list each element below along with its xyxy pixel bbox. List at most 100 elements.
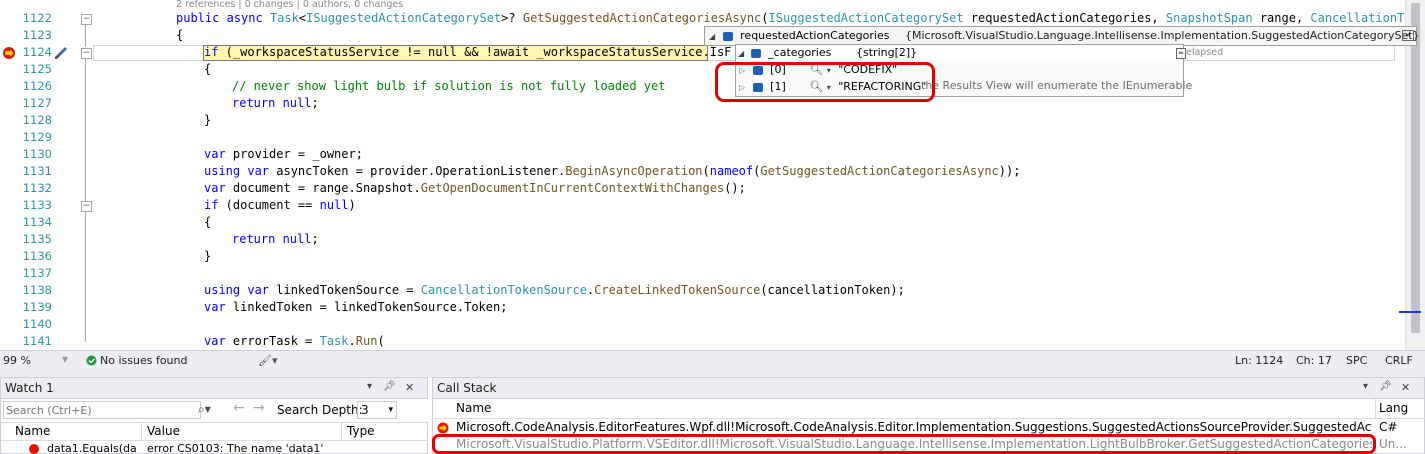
column-name[interactable]: Name: [456, 399, 491, 418]
line-number: 1126: [22, 79, 52, 93]
whitespace-indicator[interactable]: SPC: [1346, 354, 1367, 367]
vertical-scrollbar[interactable]: [1405, 0, 1425, 350]
close-icon[interactable]: ✕: [405, 381, 414, 394]
search-forward-icon[interactable]: →: [253, 400, 265, 416]
line-number: 1141: [22, 334, 52, 348]
code-line-1139: var linkedToken = linkedTokenSource.Toke…: [204, 300, 508, 314]
datatip-child[interactable]: ◢ _categories {string[2]} ═ elapsed: [735, 44, 1223, 61]
zoom-level[interactable]: 99 %: [3, 354, 31, 367]
object-icon: [722, 31, 733, 41]
datatip-root-value: {Microsoft.VisualStudio.Language.Intelli…: [905, 29, 1420, 42]
line-number: 1140: [22, 317, 52, 331]
search-depth-select[interactable]: 3 ▾: [357, 401, 397, 419]
expand-triangle-icon[interactable]: ◢: [709, 32, 715, 41]
code-line-1135: return null;: [232, 232, 319, 246]
scrollbar-caret-marker: [1399, 311, 1421, 313]
line-ending-indicator[interactable]: CRLF: [1385, 354, 1413, 367]
column-lang[interactable]: Lang: [1379, 399, 1408, 418]
line-number: 1127: [22, 96, 52, 110]
code-line-1130: var provider = _owner;: [204, 147, 363, 161]
column-type[interactable]: Type: [347, 423, 375, 440]
line-number: 1138: [22, 283, 52, 297]
dropdown-arrow-icon[interactable]: ▾: [62, 352, 68, 366]
pin-icon[interactable]: 📌︎: [1379, 381, 1392, 392]
scrollbar-thumb[interactable]: [1411, 3, 1420, 333]
code-line-1138: using var linkedTokenSource = Cancellati…: [204, 283, 905, 297]
code-line-1131: using var asyncToken = provider.Operatio…: [204, 164, 1021, 178]
search-icon[interactable]: ⌕▾: [198, 402, 211, 417]
callstack-title: Call Stack: [437, 381, 497, 395]
highlight-annotation: [432, 434, 1376, 454]
watch-row-name: data1.Equals(da: [47, 442, 137, 454]
watch-title: Watch 1: [5, 381, 54, 395]
dropdown-arrow-icon[interactable]: ▾: [367, 381, 372, 392]
dropdown-arrow-icon[interactable]: ▾: [1363, 381, 1368, 392]
line-number: 1132: [22, 181, 52, 195]
highlight-annotation: [715, 62, 935, 102]
datatip-child-row[interactable]: ◢ _categories: [738, 45, 831, 61]
results-view-hint: the Results View will enumerate the IEnu…: [921, 79, 1193, 92]
code-line-1124: if (_workspaceStatusService != null && !…: [204, 45, 732, 59]
line-indicator[interactable]: Ln: 1124: [1235, 354, 1283, 367]
column-name[interactable]: Name: [15, 423, 50, 440]
code-line-1134: {: [204, 215, 212, 229]
editor-status-bar: 99 % ▾ No issues found 🖌︎▾ Ln: 1124 Ch: …: [0, 350, 1425, 371]
code-line-1132: var document = range.Snapshot.GetOpenDoc…: [204, 181, 746, 195]
line-number: 1137: [22, 266, 52, 280]
code-line-1133: if (document == null): [204, 198, 356, 212]
watch-toolbar: ⌕▾ ← → Search Depth: 3 ▾: [1, 399, 428, 423]
breakpoint-current-statement-icon[interactable]: [2, 46, 18, 60]
dropdown-arrow-icon: ▾: [388, 405, 393, 415]
search-back-icon[interactable]: ←: [233, 400, 245, 416]
expand-triangle-icon[interactable]: ◢: [738, 49, 744, 58]
line-number: 1131: [22, 164, 52, 178]
callstack-column-header: Name Lang: [433, 399, 1425, 419]
line-number: 1133: [22, 198, 52, 212]
datatip-root[interactable]: ◢ requestedActionCategories {Microsoft.V…: [704, 26, 1420, 46]
collapse-icon[interactable]: −: [81, 201, 92, 212]
code-line-1126: // never show light bulb if solution is …: [232, 79, 666, 93]
code-line-1136: }: [204, 249, 212, 263]
datatip-child-name: _categories: [768, 46, 832, 59]
quick-actions-brush-icon[interactable]: [54, 46, 68, 60]
line-number: 1129: [22, 130, 52, 144]
search-depth-label: Search Depth:: [277, 403, 363, 417]
elapsed-label: elapsed: [1186, 47, 1224, 58]
watch-row[interactable]: data1.Equals(da error CS0103: The name '…: [1, 442, 428, 454]
close-icon[interactable]: ✕: [1401, 381, 1410, 394]
watch-panel-header[interactable]: Watch 1: [1, 378, 427, 399]
line-number: 1124: [22, 45, 52, 59]
watch-panel: Watch 1 ▾ 📌︎ ✕ ⌕▾ ← → Search Depth: 3 ▾ …: [0, 377, 428, 454]
callstack-row-lang: C#: [1379, 420, 1398, 434]
watch-search-input[interactable]: [3, 401, 201, 419]
line-number: 1135: [22, 232, 52, 246]
code-line-1127: return null;: [232, 96, 319, 110]
line-number: 1123: [22, 28, 52, 42]
watch-row-value: error CS0103: The name 'data1': [147, 442, 324, 454]
column-indicator[interactable]: Ch: 17: [1296, 354, 1332, 367]
line-number: 1128: [22, 113, 52, 127]
code-line-1122: public async Task<ISuggestedActionCatego…: [176, 11, 1425, 25]
watch-column-header: Name Value Type: [1, 423, 428, 441]
code-line-1123: {: [176, 28, 184, 42]
code-cleanup-icon[interactable]: 🖌︎▾: [258, 354, 278, 367]
collapse-icon[interactable]: −: [81, 48, 92, 59]
datatip-child-value: {string[2]}: [856, 46, 918, 59]
callstack-panel-header[interactable]: Call Stack: [433, 378, 1424, 399]
datatip-root-row[interactable]: ◢ requestedActionCategories: [709, 28, 889, 44]
pin-icon[interactable]: 📌︎: [383, 381, 396, 392]
column-value[interactable]: Value: [147, 423, 180, 440]
line-number: 1136: [22, 249, 52, 263]
search-depth-value: 3: [361, 403, 369, 417]
callstack-row-lang: Un...: [1379, 437, 1407, 451]
pin-icon[interactable]: ═: [1402, 30, 1414, 41]
code-line-1125: {: [204, 62, 212, 76]
line-number: 1134: [22, 215, 52, 229]
line-number: 1130: [22, 147, 52, 161]
error-icon: [29, 444, 39, 454]
check-circle-icon: [86, 355, 97, 369]
collapse-icon[interactable]: −: [81, 14, 92, 25]
pin-icon[interactable]: ═: [1176, 48, 1186, 59]
fold-guide: [85, 25, 86, 47]
issues-status[interactable]: No issues found: [100, 354, 187, 367]
